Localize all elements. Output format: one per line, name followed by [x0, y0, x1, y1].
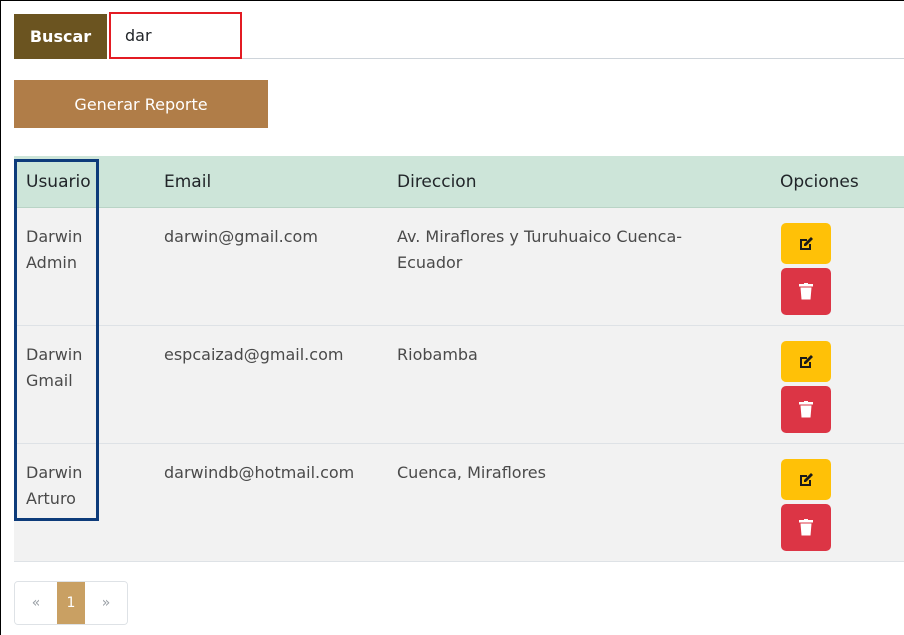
prev-page-link[interactable]: «	[15, 582, 57, 624]
table-row: Darwin Gmail espcaizad@gmail.com Riobamb…	[14, 326, 904, 444]
edit-button[interactable]	[781, 459, 831, 500]
header-email: Email	[164, 171, 212, 192]
page-link-current[interactable]: 1	[57, 582, 85, 624]
cell-email: espcaizad@gmail.com	[164, 345, 344, 364]
edit-icon	[800, 354, 813, 368]
edit-button[interactable]	[781, 223, 831, 264]
delete-button[interactable]	[781, 504, 831, 551]
cell-email: darwindb@hotmail.com	[164, 463, 355, 482]
table-row: Darwin Admin darwin@gmail.com Av. Mirafl…	[14, 208, 904, 326]
cell-email: darwin@gmail.com	[164, 227, 318, 246]
search-input[interactable]	[109, 12, 242, 59]
cell-usuario: Darwin Admin	[26, 227, 83, 272]
search-underline	[242, 58, 904, 59]
cell-direccion: Riobamba	[397, 345, 478, 364]
window-frame	[0, 0, 904, 8]
table-row: Darwin Arturo darwindb@hotmail.com Cuenc…	[14, 444, 904, 562]
header-opciones: Opciones	[780, 171, 859, 192]
row-options	[781, 223, 831, 315]
edit-icon	[800, 236, 813, 250]
cell-direccion: Cuenca, Miraflores	[397, 463, 546, 482]
edit-button[interactable]	[781, 341, 831, 382]
delete-button[interactable]	[781, 268, 831, 315]
window-frame-left	[0, 0, 1, 635]
delete-button[interactable]	[781, 386, 831, 433]
row-options	[781, 459, 831, 551]
edit-icon	[800, 472, 813, 486]
pagination: « 1 »	[14, 581, 128, 625]
header-direccion: Direccion	[397, 171, 477, 192]
cell-usuario: Darwin Gmail	[26, 345, 83, 390]
header-usuario: Usuario	[26, 171, 91, 192]
table-header: Usuario Email Direccion Opciones	[14, 156, 904, 208]
next-page-link[interactable]: »	[85, 582, 127, 624]
search-button[interactable]: Buscar	[14, 14, 107, 59]
trash-icon	[799, 401, 813, 418]
trash-icon	[799, 519, 813, 536]
users-table: Usuario Email Direccion Opciones Darwin …	[14, 156, 904, 562]
cell-direccion: Av. Miraflores y Turuhuaico Cuenca-Ecuad…	[397, 227, 683, 272]
cell-usuario: Darwin Arturo	[26, 463, 83, 508]
generate-report-button[interactable]: Generar Reporte	[14, 80, 268, 128]
row-options	[781, 341, 831, 433]
trash-icon	[799, 283, 813, 300]
